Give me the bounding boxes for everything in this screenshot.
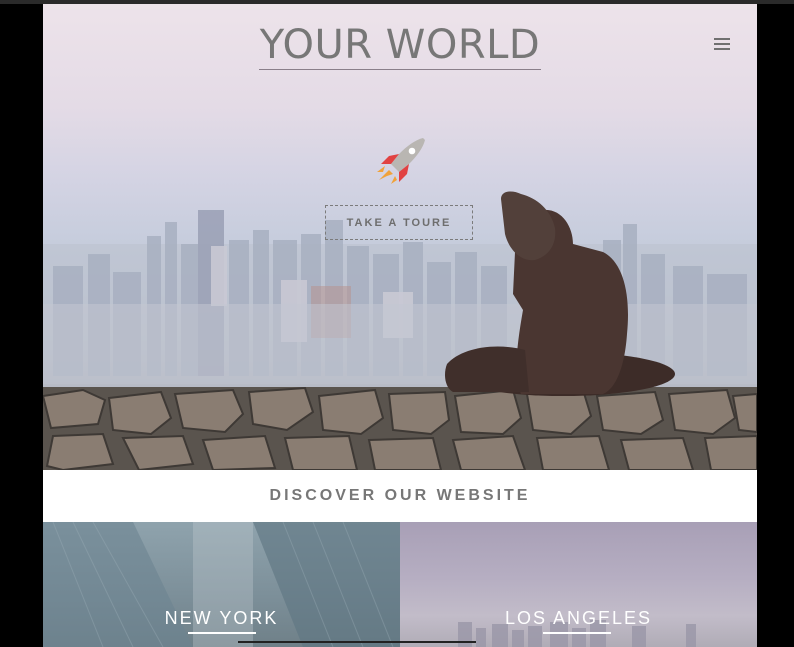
rocket-icon xyxy=(377,138,425,184)
take-a-tour-button[interactable]: TAKE A TOURE xyxy=(325,205,473,240)
site-title[interactable]: YOUR WORLD xyxy=(43,22,757,70)
city-underline xyxy=(543,632,611,634)
city-label-los-angeles: LOS ANGELES xyxy=(504,608,653,628)
scroll-indicator xyxy=(238,641,476,643)
city-card-los-angeles[interactable]: LOS ANGELES xyxy=(400,522,757,647)
hero-banner: YOUR WORLD TAKE A TOURE xyxy=(43,4,757,470)
website-page: YOUR WORLD TAKE A TOURE DISCOVER OUR WEB… xyxy=(43,4,757,647)
city-underline xyxy=(188,632,256,634)
city-card-new-york[interactable]: NEW YORK xyxy=(43,522,400,647)
hamburger-menu-icon[interactable] xyxy=(714,38,730,52)
section-heading: DISCOVER OUR WEBSITE xyxy=(43,470,757,522)
city-label-new-york: NEW YORK xyxy=(164,608,279,628)
